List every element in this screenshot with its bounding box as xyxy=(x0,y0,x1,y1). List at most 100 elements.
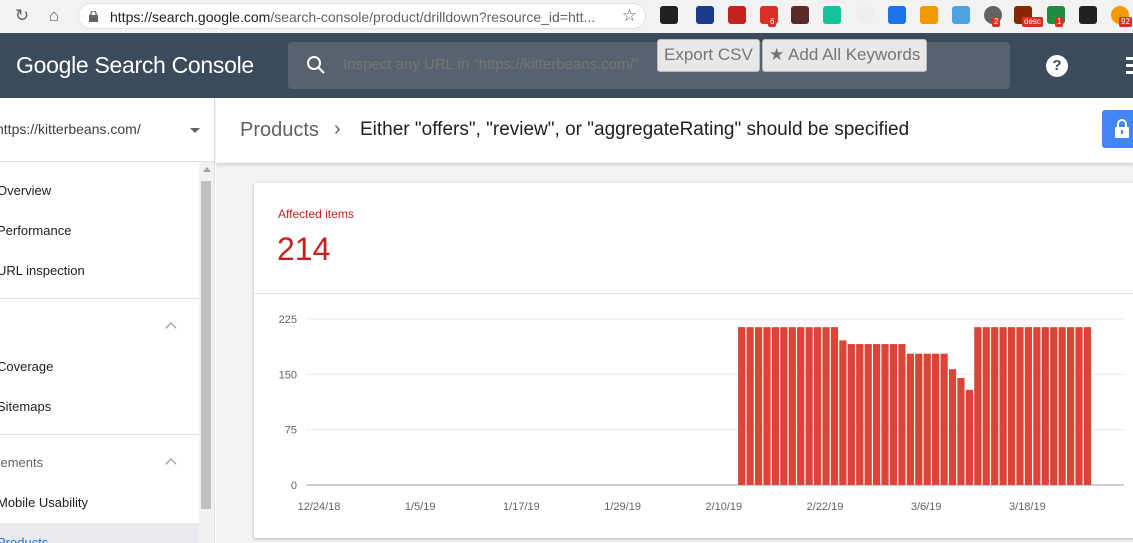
scroll-up-arrow-icon[interactable] xyxy=(203,167,211,172)
extension-badge: desc xyxy=(1022,17,1043,27)
property-selector[interactable]: https://kitterbeans.com/ xyxy=(0,98,214,162)
chart-bar[interactable] xyxy=(1058,327,1066,485)
sidebar-item-products[interactable]: Products xyxy=(0,523,199,543)
affected-items-label: Affected items xyxy=(278,207,354,221)
chart-bar[interactable] xyxy=(738,327,746,485)
y-tick-label: 75 xyxy=(285,425,297,437)
chart-bar[interactable] xyxy=(1007,327,1016,485)
ext-grammarly-icon[interactable] xyxy=(823,6,841,24)
export-csv-button[interactable]: Export CSV xyxy=(657,39,760,72)
ext-chart-icon[interactable] xyxy=(728,6,746,24)
chart-bar[interactable] xyxy=(1066,327,1075,485)
ext-eye-icon[interactable] xyxy=(888,6,906,24)
sidebar-item-overview[interactable]: Overview xyxy=(0,183,51,198)
chart-bar[interactable] xyxy=(932,353,940,485)
chart-bar[interactable] xyxy=(754,327,763,485)
bookmark-star-icon[interactable]: ☆ xyxy=(622,6,637,26)
y-tick-label: 150 xyxy=(279,369,297,381)
sidebar-item-performance[interactable]: Performance xyxy=(0,223,71,238)
chart-bar[interactable] xyxy=(923,353,931,485)
dropdown-caret-icon xyxy=(190,128,200,133)
ext-k-icon[interactable] xyxy=(791,6,809,24)
chart-bar[interactable] xyxy=(889,344,898,485)
app-header: Google Search Console Export CSV ★ Add A… xyxy=(0,33,1133,98)
extension-badge: 1 xyxy=(1055,17,1064,27)
chart-bar[interactable] xyxy=(830,327,839,485)
chart-bar[interactable] xyxy=(1024,327,1033,485)
ext-amz-icon[interactable] xyxy=(856,6,874,24)
chart-bar[interactable] xyxy=(906,353,914,485)
chart-bar[interactable] xyxy=(999,327,1007,485)
star-icon: ★ xyxy=(769,45,785,64)
sidebar-item-mobile-usability[interactable]: Mobile Usability xyxy=(0,495,88,510)
breadcrumb-products[interactable]: Products xyxy=(240,119,319,142)
chart-bar[interactable] xyxy=(1016,327,1024,485)
scroll-thumb[interactable] xyxy=(201,181,211,509)
chart-bar[interactable] xyxy=(948,369,957,485)
chart-bar[interactable] xyxy=(839,340,847,485)
chart-bar[interactable] xyxy=(1041,327,1049,485)
chart-bar[interactable] xyxy=(1033,327,1041,485)
ext-x-icon[interactable] xyxy=(696,6,714,24)
page-title: Either "offers", "review", or "aggregate… xyxy=(360,119,910,140)
add-all-keywords-label: Add All Keywords xyxy=(788,45,921,64)
ext-check-icon[interactable] xyxy=(1079,6,1097,24)
menu-icon[interactable] xyxy=(1126,57,1133,78)
divider xyxy=(0,434,199,435)
chart-bar[interactable] xyxy=(1050,327,1058,485)
affected-items-card: Affected items 214 225 150 75 0 12/24/18 1/5/… xyxy=(254,183,1133,538)
chart-bar[interactable] xyxy=(763,327,771,485)
sidebar: https://kitterbeans.com/ Overview Perfor… xyxy=(0,98,215,543)
chart-bar[interactable] xyxy=(974,327,982,485)
search-input[interactable] xyxy=(343,56,663,73)
lock-button[interactable] xyxy=(1102,110,1133,148)
chevron-up-icon[interactable] xyxy=(165,458,177,470)
lock-icon xyxy=(1115,119,1129,138)
chart-bar[interactable] xyxy=(991,327,999,485)
chart-bar[interactable] xyxy=(780,327,788,485)
chart-bar[interactable] xyxy=(805,327,813,485)
chart-bar[interactable] xyxy=(898,344,906,485)
chart-bar[interactable] xyxy=(1083,327,1092,485)
sidebar-item-products-label: Products xyxy=(0,535,49,543)
sidebar-scrollbar[interactable] xyxy=(199,162,214,543)
sidebar-item-coverage[interactable]: Coverage xyxy=(0,359,53,374)
x-tick-label: 3/18/19 xyxy=(1009,501,1046,513)
chart-bar[interactable] xyxy=(856,344,864,485)
x-tick-label: 2/22/19 xyxy=(807,501,844,513)
chart-bar[interactable] xyxy=(940,353,948,485)
chart-bar[interactable] xyxy=(957,378,965,485)
reload-icon[interactable]: ↻ xyxy=(11,5,33,27)
chart-bar[interactable] xyxy=(797,327,805,485)
chart-bar[interactable] xyxy=(965,389,974,485)
ext-film-icon[interactable] xyxy=(660,6,678,24)
chart-bar[interactable] xyxy=(746,327,754,485)
help-icon[interactable]: ? xyxy=(1046,55,1068,77)
chart-bar[interactable] xyxy=(982,327,990,485)
sidebar-item-url-inspection[interactable]: URL inspection xyxy=(0,263,85,278)
address-bar[interactable]: https://search.google.com/search-console… xyxy=(78,3,646,29)
sidebar-item-sitemaps[interactable]: Sitemaps xyxy=(0,399,51,414)
add-all-keywords-button[interactable]: ★ Add All Keywords xyxy=(762,39,928,72)
home-icon[interactable]: ⌂ xyxy=(43,5,65,27)
chart-bar[interactable] xyxy=(873,344,881,485)
chart-bar[interactable] xyxy=(788,327,796,485)
chart-bar[interactable] xyxy=(881,344,889,485)
ext-drop-icon[interactable] xyxy=(920,6,938,24)
extension-badge: 6 xyxy=(768,17,777,27)
x-tick-label: 2/10/19 xyxy=(705,501,742,513)
lock-icon xyxy=(89,11,98,22)
chart-bar[interactable] xyxy=(822,327,830,485)
x-tick-label: 1/29/19 xyxy=(604,501,641,513)
chart-bar[interactable] xyxy=(1075,327,1083,485)
chevron-up-icon[interactable] xyxy=(165,322,177,334)
chart-bar[interactable] xyxy=(813,327,822,485)
chart-bar[interactable] xyxy=(915,353,923,485)
ext-bowtie-icon[interactable] xyxy=(952,6,970,24)
chart-bar[interactable] xyxy=(847,344,855,485)
browser-toolbar: ↻ ⌂ https://search.google.com/search-con… xyxy=(0,0,1133,33)
logo: Google Search Console xyxy=(16,52,254,78)
chart-bar[interactable] xyxy=(864,344,872,485)
x-tick-label: 1/5/19 xyxy=(405,501,436,513)
chart-bar[interactable] xyxy=(771,327,780,485)
